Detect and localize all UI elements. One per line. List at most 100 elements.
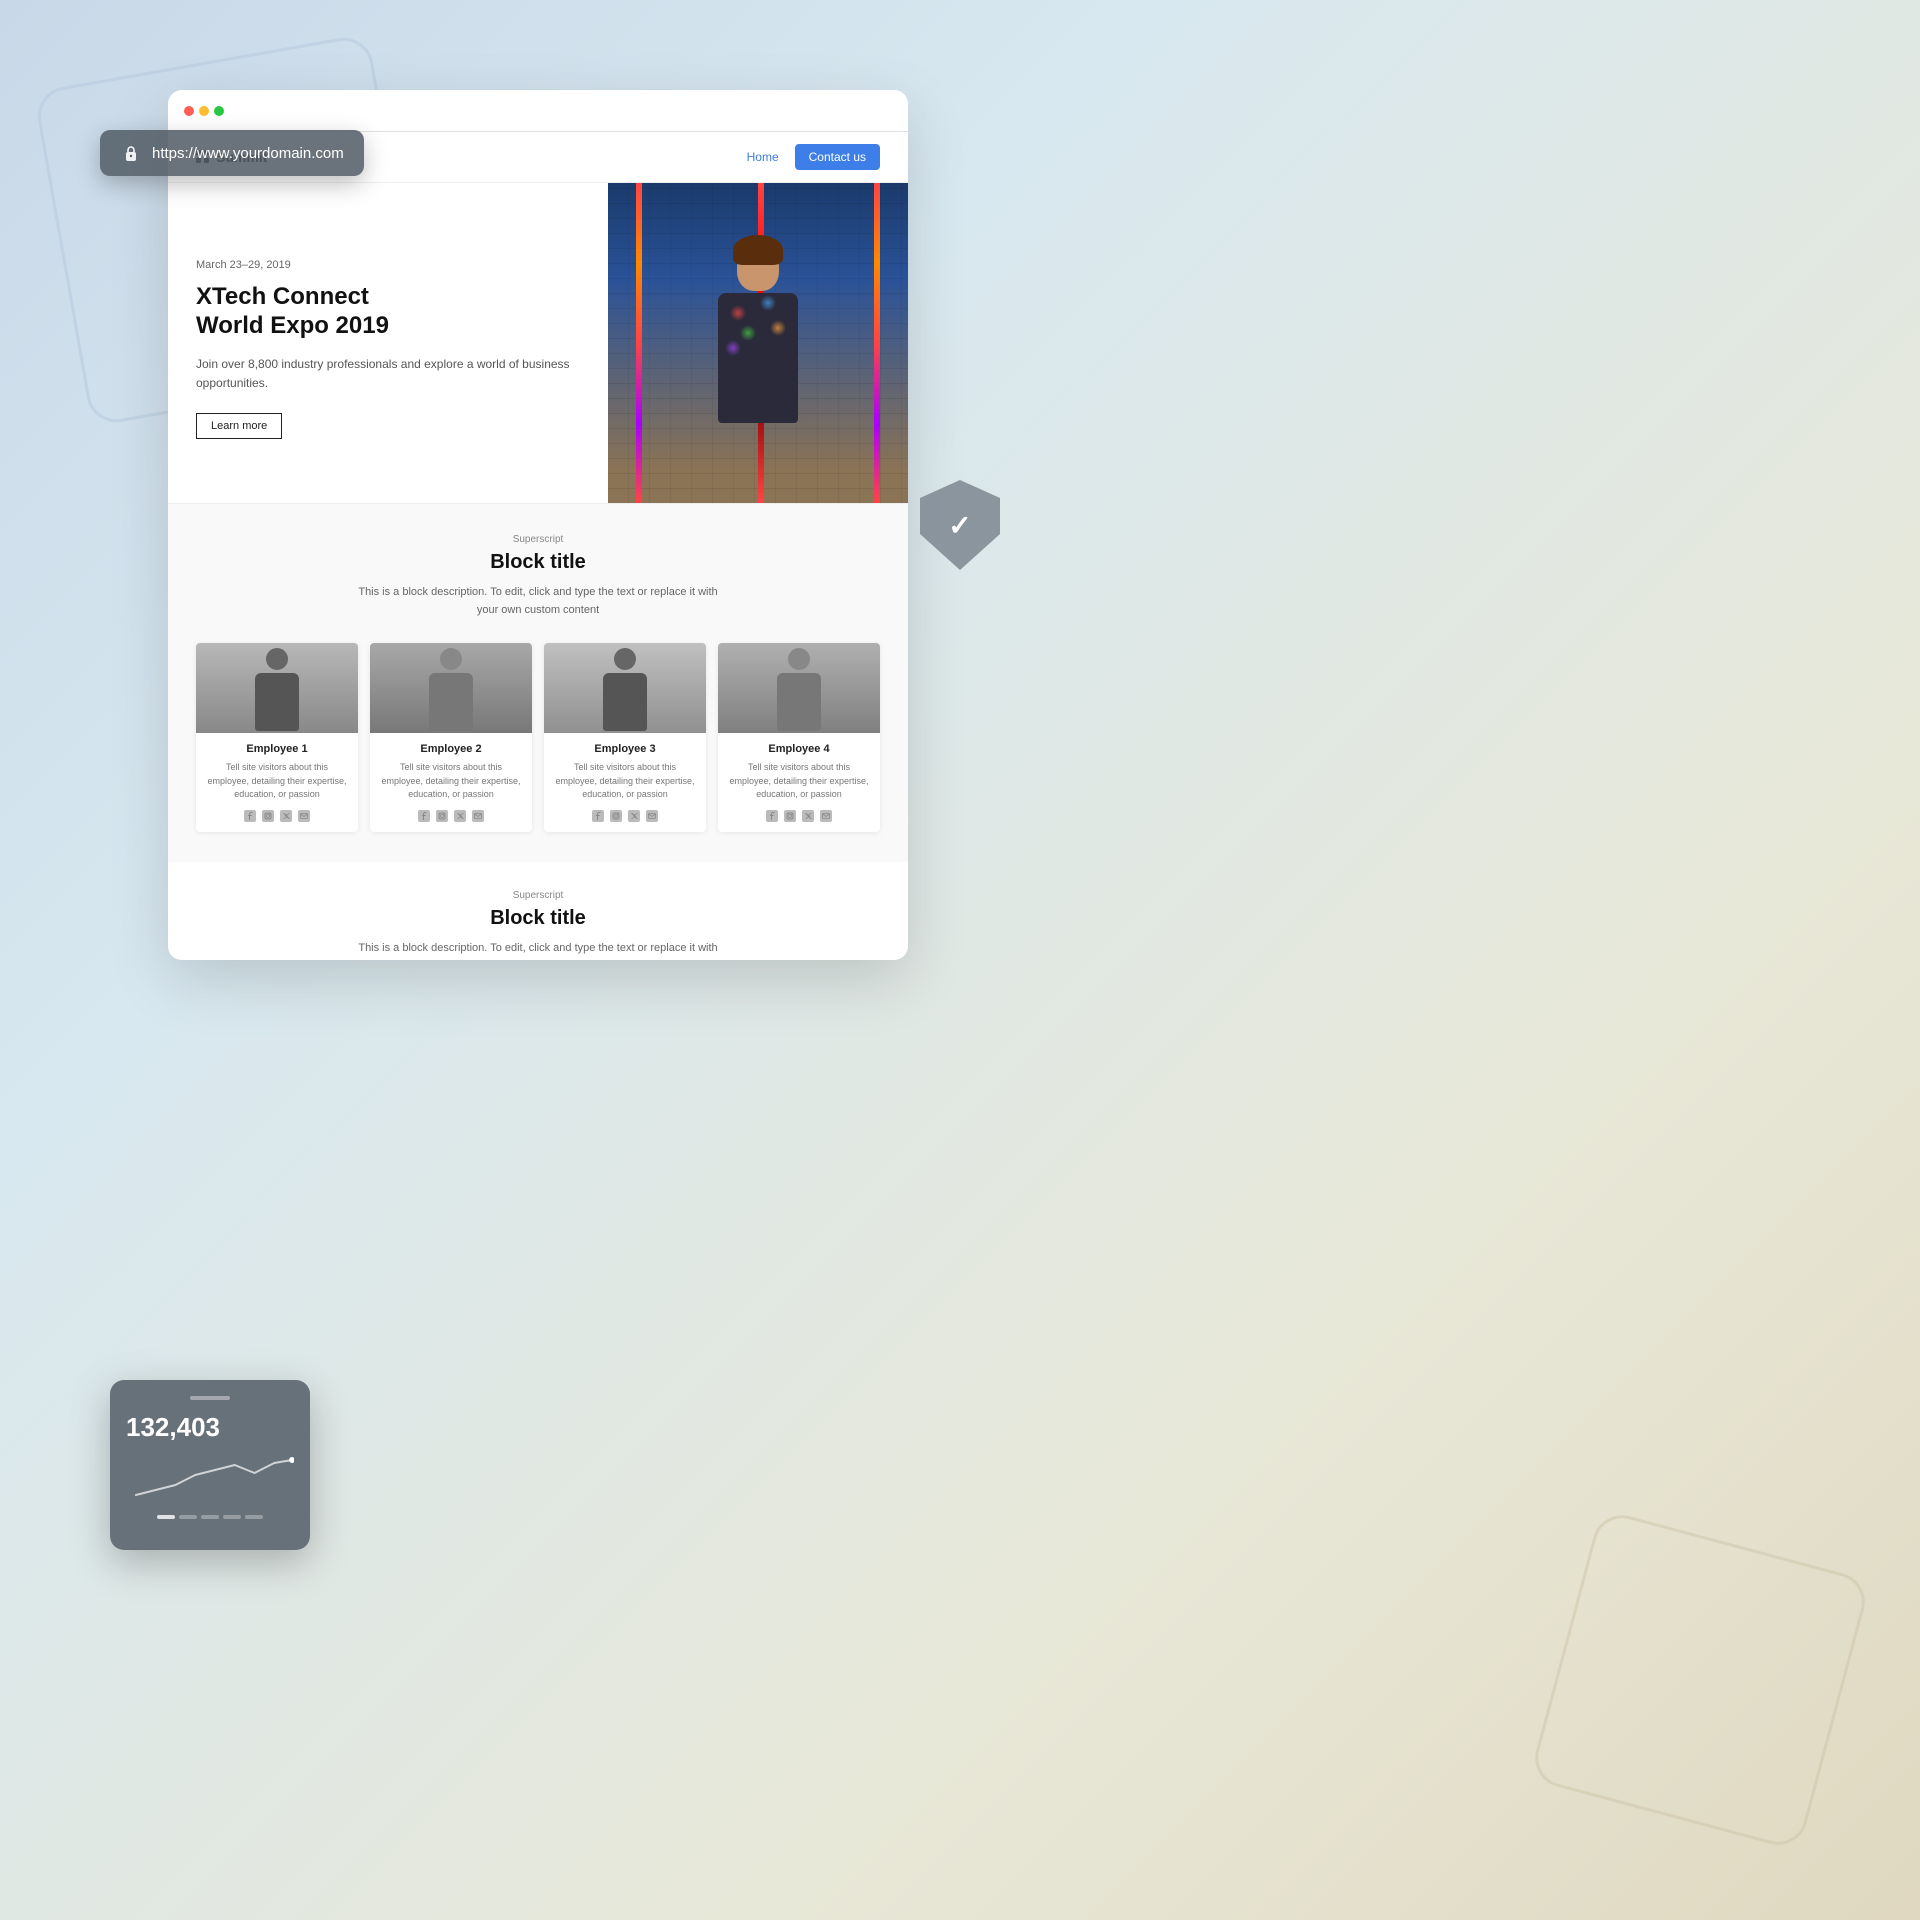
hero-image	[608, 183, 908, 503]
browser-topbar	[168, 90, 908, 132]
employee-info-1: Employee 1 Tell site visitors about this…	[196, 733, 358, 832]
hero-date: March 23–29, 2019	[196, 259, 580, 271]
employee-photo-2	[370, 643, 532, 733]
led-strip-right	[874, 183, 880, 503]
employee-info-3: Employee 3 Tell site visitors about this…	[544, 733, 706, 832]
url-bar[interactable]: https://www.yourdomain.com	[100, 130, 364, 176]
employee-bio-4: Tell site visitors about this employee, …	[728, 761, 870, 802]
speaker-hair	[733, 235, 783, 265]
employee-name-2: Employee 2	[380, 743, 522, 755]
schedule-block-section: Superscript Block title This is a block …	[168, 862, 908, 960]
employee-photo-4	[718, 643, 880, 733]
employee-silhouette-4	[769, 648, 829, 733]
hero-section: March 23–29, 2019 XTech Connect World Ex…	[168, 183, 908, 503]
employee-socials-3	[554, 810, 696, 822]
employee-photo-3	[544, 643, 706, 733]
instagram-icon-2[interactable]	[436, 810, 448, 822]
employee-name-1: Employee 1	[206, 743, 348, 755]
sil-body	[429, 673, 473, 731]
email-icon[interactable]	[298, 810, 310, 822]
employee-card-3: Employee 3 Tell site visitors about this…	[544, 643, 706, 832]
browser-window-controls	[184, 106, 224, 116]
employee-name-3: Employee 3	[554, 743, 696, 755]
speaker-outfit-pattern	[718, 293, 798, 423]
instagram-icon[interactable]	[262, 810, 274, 822]
sil-body	[255, 673, 299, 731]
section1-title: Block title	[196, 551, 880, 574]
facebook-icon[interactable]	[244, 810, 256, 822]
stats-dot-1	[157, 1515, 175, 1519]
employee-socials-1	[206, 810, 348, 822]
nav-home-link[interactable]: Home	[747, 150, 779, 164]
employee-info-4: Employee 4 Tell site visitors about this…	[718, 733, 880, 832]
sil-head	[788, 648, 810, 670]
sil-head	[266, 648, 288, 670]
twitter-x-icon-2[interactable]	[454, 810, 466, 822]
security-badge: ✓	[920, 480, 1000, 570]
sil-head	[440, 648, 462, 670]
section1-description: This is a block description. To edit, cl…	[348, 584, 728, 619]
employee-photo-placeholder-1	[196, 643, 358, 733]
nav-links: Home Contact us	[747, 144, 880, 170]
url-text: https://www.yourdomain.com	[152, 145, 344, 162]
speaker-body	[718, 293, 798, 423]
employee-card-4: Employee 4 Tell site visitors about this…	[718, 643, 880, 832]
sil-body	[603, 673, 647, 731]
employee-bio-3: Tell site visitors about this employee, …	[554, 761, 696, 802]
stats-dot-5	[245, 1515, 263, 1519]
sil-head	[614, 648, 636, 670]
window-close-button[interactable]	[184, 106, 194, 116]
stats-chart	[126, 1455, 294, 1505]
hero-photo	[608, 183, 908, 503]
window-minimize-button[interactable]	[199, 106, 209, 116]
email-icon-3[interactable]	[646, 810, 658, 822]
led-strip-left	[636, 183, 642, 503]
email-icon-4[interactable]	[820, 810, 832, 822]
drag-handle[interactable]	[190, 1396, 230, 1400]
employee-silhouette-2	[421, 648, 481, 733]
section2-title: Block title	[196, 907, 880, 930]
instagram-icon-4[interactable]	[784, 810, 796, 822]
section2-superscript: Superscript	[196, 890, 880, 901]
twitter-x-icon-4[interactable]	[802, 810, 814, 822]
facebook-icon-3[interactable]	[592, 810, 604, 822]
nav-contact-button[interactable]: Contact us	[795, 144, 880, 170]
employee-photo-1	[196, 643, 358, 733]
stats-dot-2	[179, 1515, 197, 1519]
website-content: Summit Home Contact us March 23–29, 2019…	[168, 132, 908, 960]
hero-description: Join over 8,800 industry professionals a…	[196, 355, 580, 393]
employee-silhouette-3	[595, 648, 655, 733]
section2-description: This is a block description. To edit, cl…	[348, 940, 728, 960]
employee-name-4: Employee 4	[728, 743, 870, 755]
employee-info-2: Employee 2 Tell site visitors about this…	[370, 733, 532, 832]
facebook-icon-2[interactable]	[418, 810, 430, 822]
team-block-section: Superscript Block title This is a block …	[168, 504, 908, 862]
stats-dot-4	[223, 1515, 241, 1519]
employee-silhouette-1	[247, 648, 307, 733]
facebook-icon-4[interactable]	[766, 810, 778, 822]
employee-card-1: Employee 1 Tell site visitors about this…	[196, 643, 358, 832]
employee-bio-1: Tell site visitors about this employee, …	[206, 761, 348, 802]
employee-photo-placeholder-3	[544, 643, 706, 733]
hero-title: XTech Connect World Expo 2019	[196, 283, 580, 341]
twitter-x-icon[interactable]	[280, 810, 292, 822]
shield-icon: ✓	[920, 480, 1000, 570]
employee-bio-2: Tell site visitors about this employee, …	[380, 761, 522, 802]
instagram-icon-3[interactable]	[610, 810, 622, 822]
window-maximize-button[interactable]	[214, 106, 224, 116]
stats-widget: 132,403	[110, 1380, 310, 1550]
employee-photo-placeholder-2	[370, 643, 532, 733]
hero-content: March 23–29, 2019 XTech Connect World Ex…	[168, 183, 608, 503]
learn-more-button[interactable]: Learn more	[196, 413, 282, 439]
employee-socials-4	[728, 810, 870, 822]
browser-window: Summit Home Contact us March 23–29, 2019…	[168, 90, 908, 960]
employee-card-2: Employee 2 Tell site visitors about this…	[370, 643, 532, 832]
employees-grid: Employee 1 Tell site visitors about this…	[196, 643, 880, 832]
email-icon-2[interactable]	[472, 810, 484, 822]
sil-body	[777, 673, 821, 731]
employee-photo-placeholder-4	[718, 643, 880, 733]
speaker-head	[737, 243, 779, 291]
twitter-x-icon-3[interactable]	[628, 810, 640, 822]
speaker-figure	[688, 243, 828, 503]
checkmark-icon: ✓	[948, 509, 971, 542]
